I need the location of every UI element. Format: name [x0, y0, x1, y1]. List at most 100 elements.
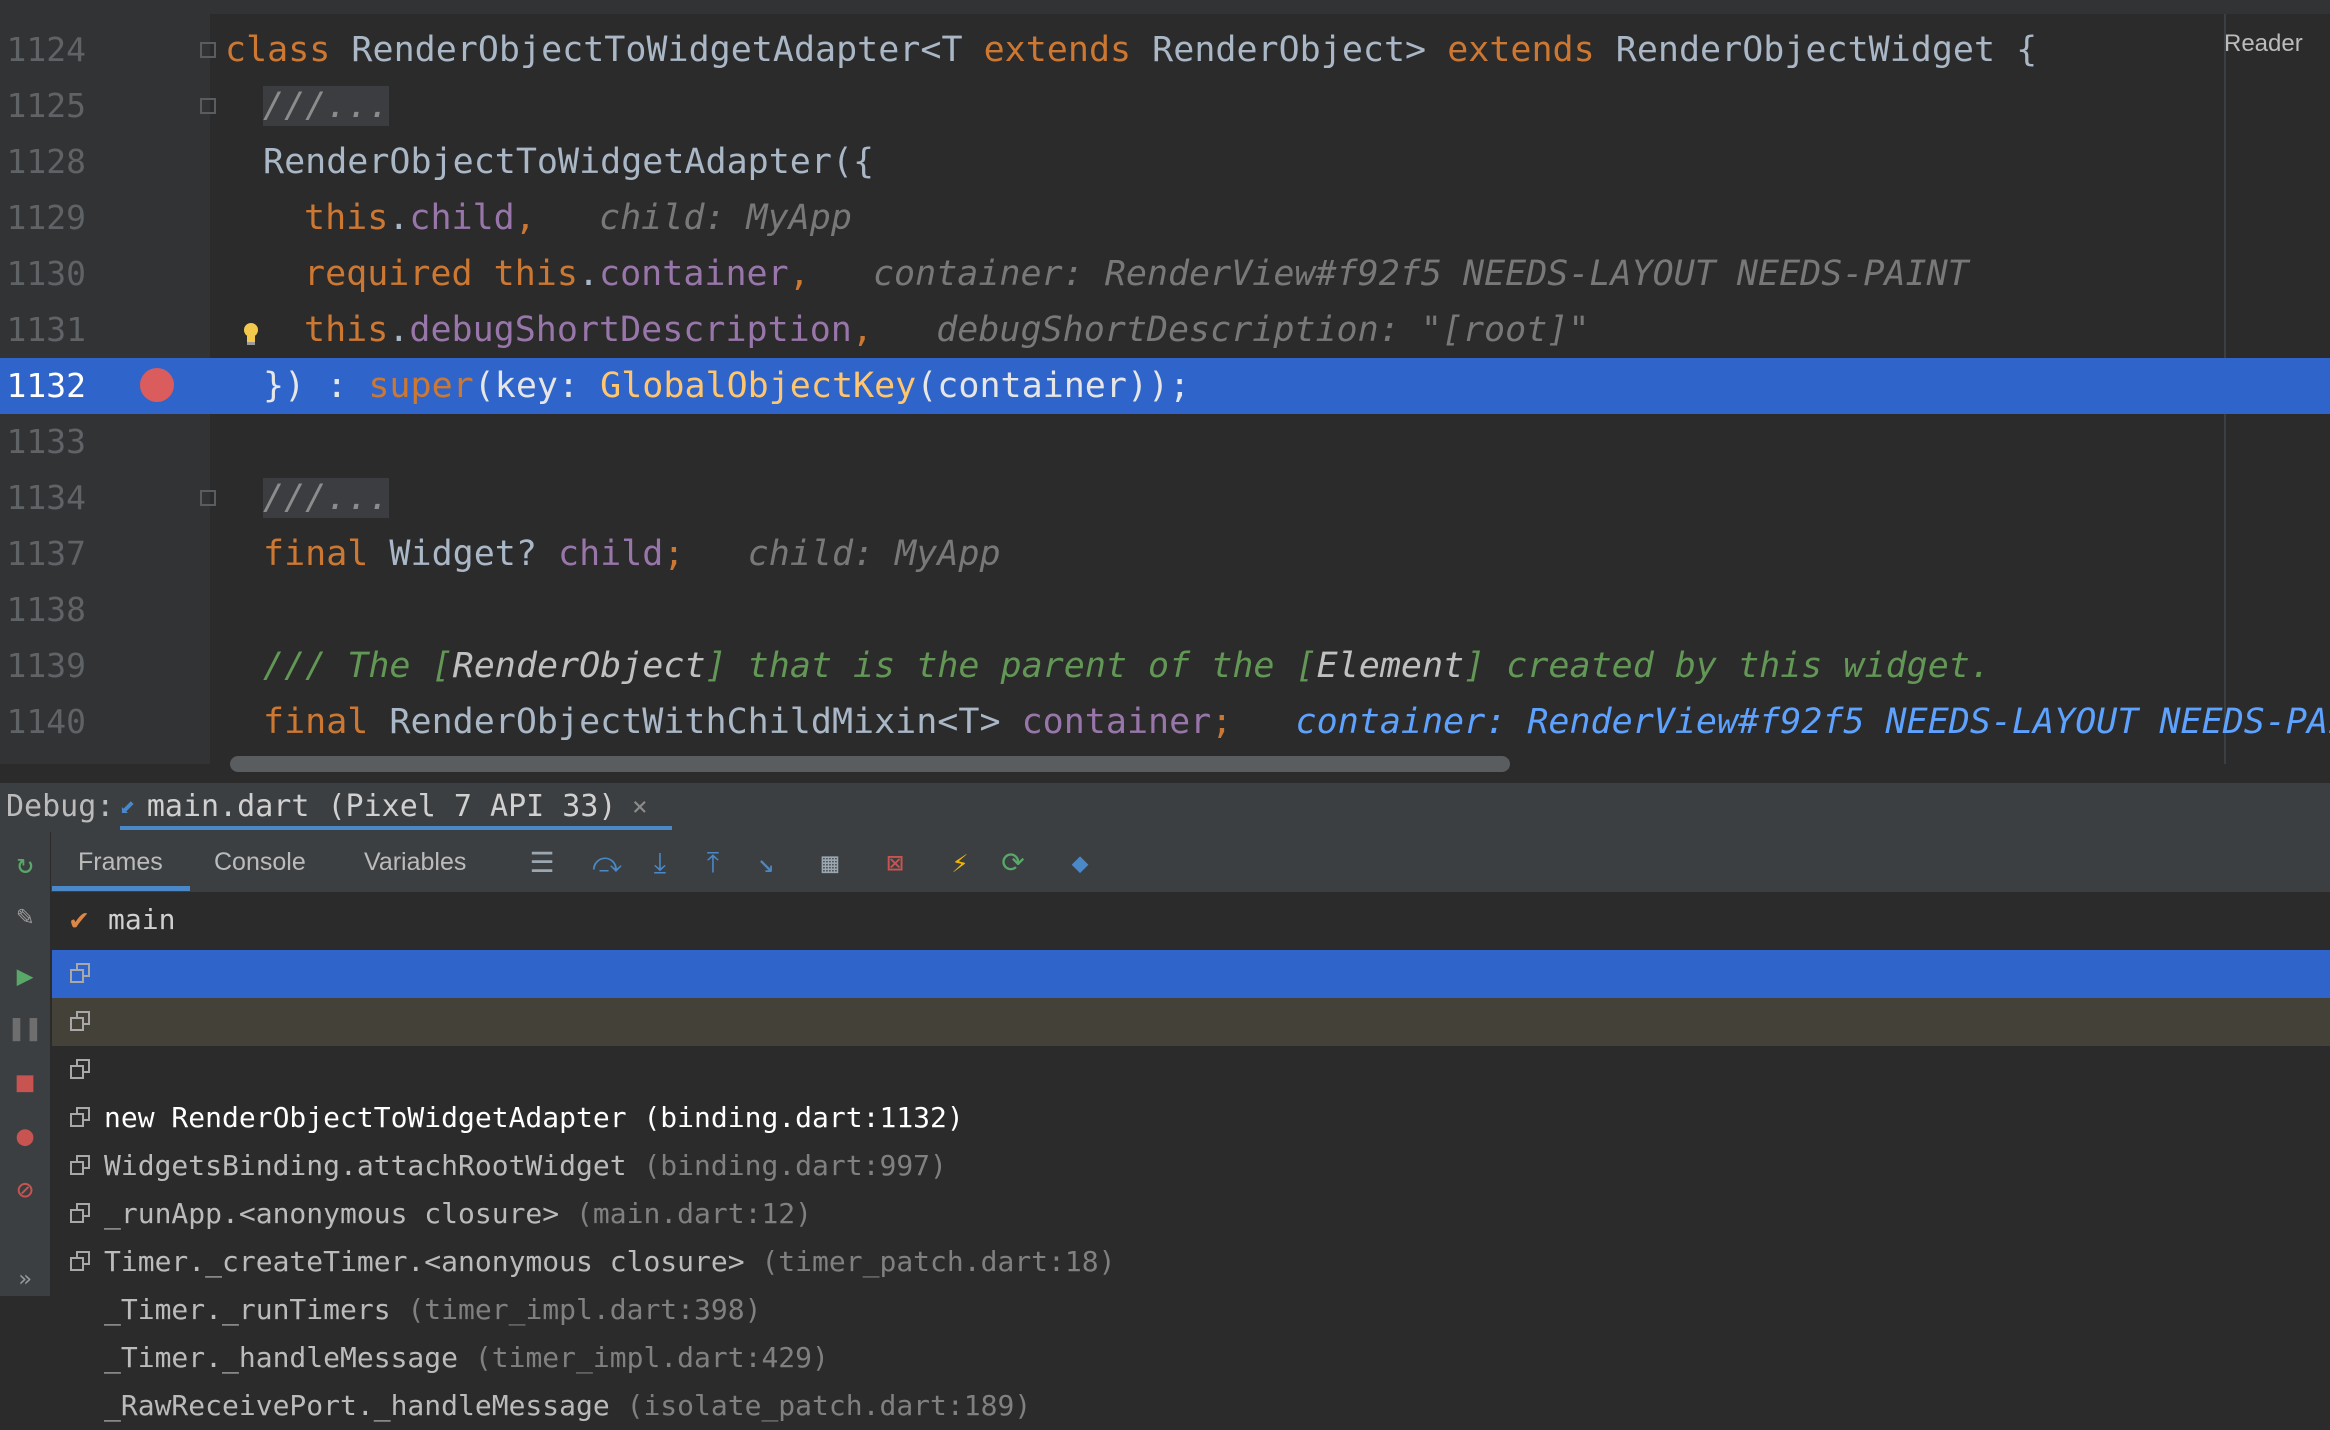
line-number: 1138	[6, 590, 86, 629]
thread-name[interactable]: main	[108, 898, 175, 942]
code-line-1138[interactable]: 1138	[0, 582, 2330, 638]
field-name: container	[1021, 702, 1212, 742]
code-line-1132-current[interactable]: 1132 }) : super(key: GlobalObjectKey(con…	[0, 358, 2330, 414]
inline-value-hint: container: RenderView#f92f5 NEEDS-LAYOUT…	[872, 254, 1969, 294]
keyword: this	[304, 198, 389, 238]
fold-collapse-icon[interactable]	[200, 42, 216, 58]
line-number: 1125	[6, 86, 86, 125]
breakpoint-icon[interactable]	[140, 368, 174, 402]
code-line-1137[interactable]: 1137 final Widget? child; child: MyApp	[0, 526, 2330, 582]
session-tab-underline	[120, 826, 672, 830]
line-number: 1132	[6, 366, 86, 405]
code-line-1130[interactable]: 1130 required this.container, container:…	[0, 246, 2330, 302]
tab-variables[interactable]: Variables	[364, 832, 466, 892]
folded-doc-comment[interactable]: ///...	[263, 86, 390, 126]
evaluate-expression-icon[interactable]: ▦	[813, 846, 847, 880]
folded-doc-comment[interactable]: ///...	[263, 478, 390, 518]
debug-session-tab[interactable]: ⬋ main.dart (Pixel 7 API 33)	[120, 782, 616, 832]
stack-frame[interactable]: _runApp.<anonymous closure> (main.dart:1…	[52, 1046, 2330, 1230]
debug-label: Debug:	[6, 789, 115, 824]
code-line-1139[interactable]: 1139 /// The [RenderObject] that is the …	[0, 638, 2330, 694]
code-line-1131[interactable]: 1131 this.debugShortDescription, debugSh…	[0, 302, 2330, 358]
frame-icon	[70, 1203, 90, 1223]
frame-name: _RawReceivePort._handleMessage	[104, 1389, 610, 1422]
frame-name: _Timer._handleMessage	[104, 1341, 459, 1374]
class-name: RenderObjectToWidgetAdapter<T	[330, 30, 984, 70]
tab-frames[interactable]: Frames	[78, 832, 163, 892]
flutter-inspector-icon[interactable]: ◆	[1063, 846, 1097, 880]
field-name: debugShortDescription	[409, 310, 852, 350]
field-name: child	[409, 198, 515, 238]
line-number: 1140	[6, 702, 86, 741]
drop-frame-icon[interactable]: ⊠	[878, 846, 912, 880]
pause-icon[interactable]: ❚❚	[7, 1010, 43, 1046]
thread-check-icon: ✔	[70, 902, 89, 937]
frame-icon	[70, 1155, 90, 1175]
code-line-1124[interactable]: 1124 class RenderObjectToWidgetAdapter<T…	[0, 22, 2330, 78]
tab-console[interactable]: Console	[214, 832, 306, 892]
rerun-icon[interactable]: ↻	[7, 846, 43, 882]
step-over-icon[interactable]: ⤼	[590, 846, 624, 880]
resume-icon[interactable]: ▶	[7, 958, 43, 994]
line-number: 1139	[6, 646, 86, 685]
stack-frame[interactable]: Timer._createTimer.<anonymous closure> (…	[52, 1094, 2330, 1278]
line-number: 1134	[6, 478, 86, 517]
hot-reload-icon[interactable]: ⚡	[943, 846, 977, 880]
line-number: 1130	[6, 254, 86, 293]
close-icon[interactable]: ×	[632, 782, 648, 832]
keyword: final	[263, 702, 369, 742]
doc-comment: ] that is the parent of the [	[705, 646, 1317, 686]
stack-frame[interactable]: _RawReceivePort._handleMessage (isolate_…	[52, 1238, 2330, 1422]
step-out-icon[interactable]: ⤒	[696, 846, 730, 880]
keyword: this	[493, 254, 578, 294]
keyword: required	[304, 254, 473, 294]
doc-reference[interactable]: RenderObject	[453, 646, 706, 686]
wrench-icon[interactable]: ✎	[7, 898, 43, 934]
keyword: final	[263, 534, 369, 574]
function-call: GlobalObjectKey	[600, 366, 917, 406]
stack-frame[interactable]: new RenderObjectToWidgetAdapter (binding…	[52, 950, 2330, 1134]
frame-location: (timer_impl.dart:429)	[474, 1341, 829, 1374]
code-line-1129[interactable]: 1129 this.child, child: MyApp	[0, 190, 2330, 246]
intention-bulb-icon[interactable]	[242, 322, 260, 346]
code-line-1128[interactable]: 1128 RenderObjectToWidgetAdapter({	[0, 134, 2330, 190]
more-icon[interactable]: »	[7, 1262, 43, 1298]
frame-icon	[70, 963, 90, 983]
type-name: RenderObjectWidget {	[1594, 30, 2038, 70]
dot: .	[388, 198, 410, 238]
view-breakpoints-icon[interactable]: ●	[7, 1118, 43, 1154]
code-line-1134[interactable]: 1134 ///...	[0, 470, 2330, 526]
dot: .	[388, 310, 410, 350]
inline-value-hint[interactable]: container: RenderView#f92f5 NEEDS-LAYOUT…	[1296, 702, 2330, 742]
frame-location: (isolate_patch.dart:189)	[626, 1389, 1032, 1422]
frame-icon	[70, 1251, 90, 1271]
doc-reference[interactable]: Element	[1317, 646, 1465, 686]
field-name: child	[558, 534, 664, 574]
stack-frame[interactable]: WidgetsBinding.attachRootWidget (binding…	[52, 998, 2330, 1182]
stack-frame[interactable]: _Timer._runTimers (timer_impl.dart:398)	[52, 1142, 2330, 1326]
hot-restart-icon[interactable]: ⟳	[996, 846, 1030, 880]
mute-breakpoints-icon[interactable]: ⊘	[7, 1172, 43, 1208]
run-to-cursor-icon[interactable]: ↘	[749, 846, 783, 880]
session-tab-label: main.dart (Pixel 7 API 33)	[146, 789, 617, 824]
flutter-icon: ⬋	[120, 790, 137, 823]
type-name: Widget?	[368, 534, 559, 574]
code-line-1125[interactable]: 1125 ///...	[0, 78, 2330, 134]
code-token: (container));	[916, 366, 1191, 406]
fold-expand-icon[interactable]	[200, 98, 216, 114]
field-name: container	[599, 254, 789, 294]
horizontal-scrollbar[interactable]	[230, 756, 1510, 772]
step-into-icon[interactable]: ⤓	[643, 846, 677, 880]
fold-expand-icon[interactable]	[200, 490, 216, 506]
semicolon: ;	[663, 534, 685, 574]
code-line-1140[interactable]: 1140 final RenderObjectWithChildMixin<T>…	[0, 694, 2330, 750]
code-token: }) :	[263, 366, 369, 406]
type-name: RenderObjectWithChildMixin<T>	[368, 702, 1022, 742]
stack-frame[interactable]: _Timer._handleMessage (timer_impl.dart:4…	[52, 1190, 2330, 1374]
line-number: 1124	[6, 30, 86, 69]
code-line-1133[interactable]: 1133	[0, 414, 2330, 470]
show-execution-point-icon[interactable]: ☰	[525, 846, 559, 880]
line-number: 1133	[6, 422, 86, 461]
stop-icon[interactable]: ■	[7, 1064, 43, 1100]
line-number: 1128	[6, 142, 86, 181]
